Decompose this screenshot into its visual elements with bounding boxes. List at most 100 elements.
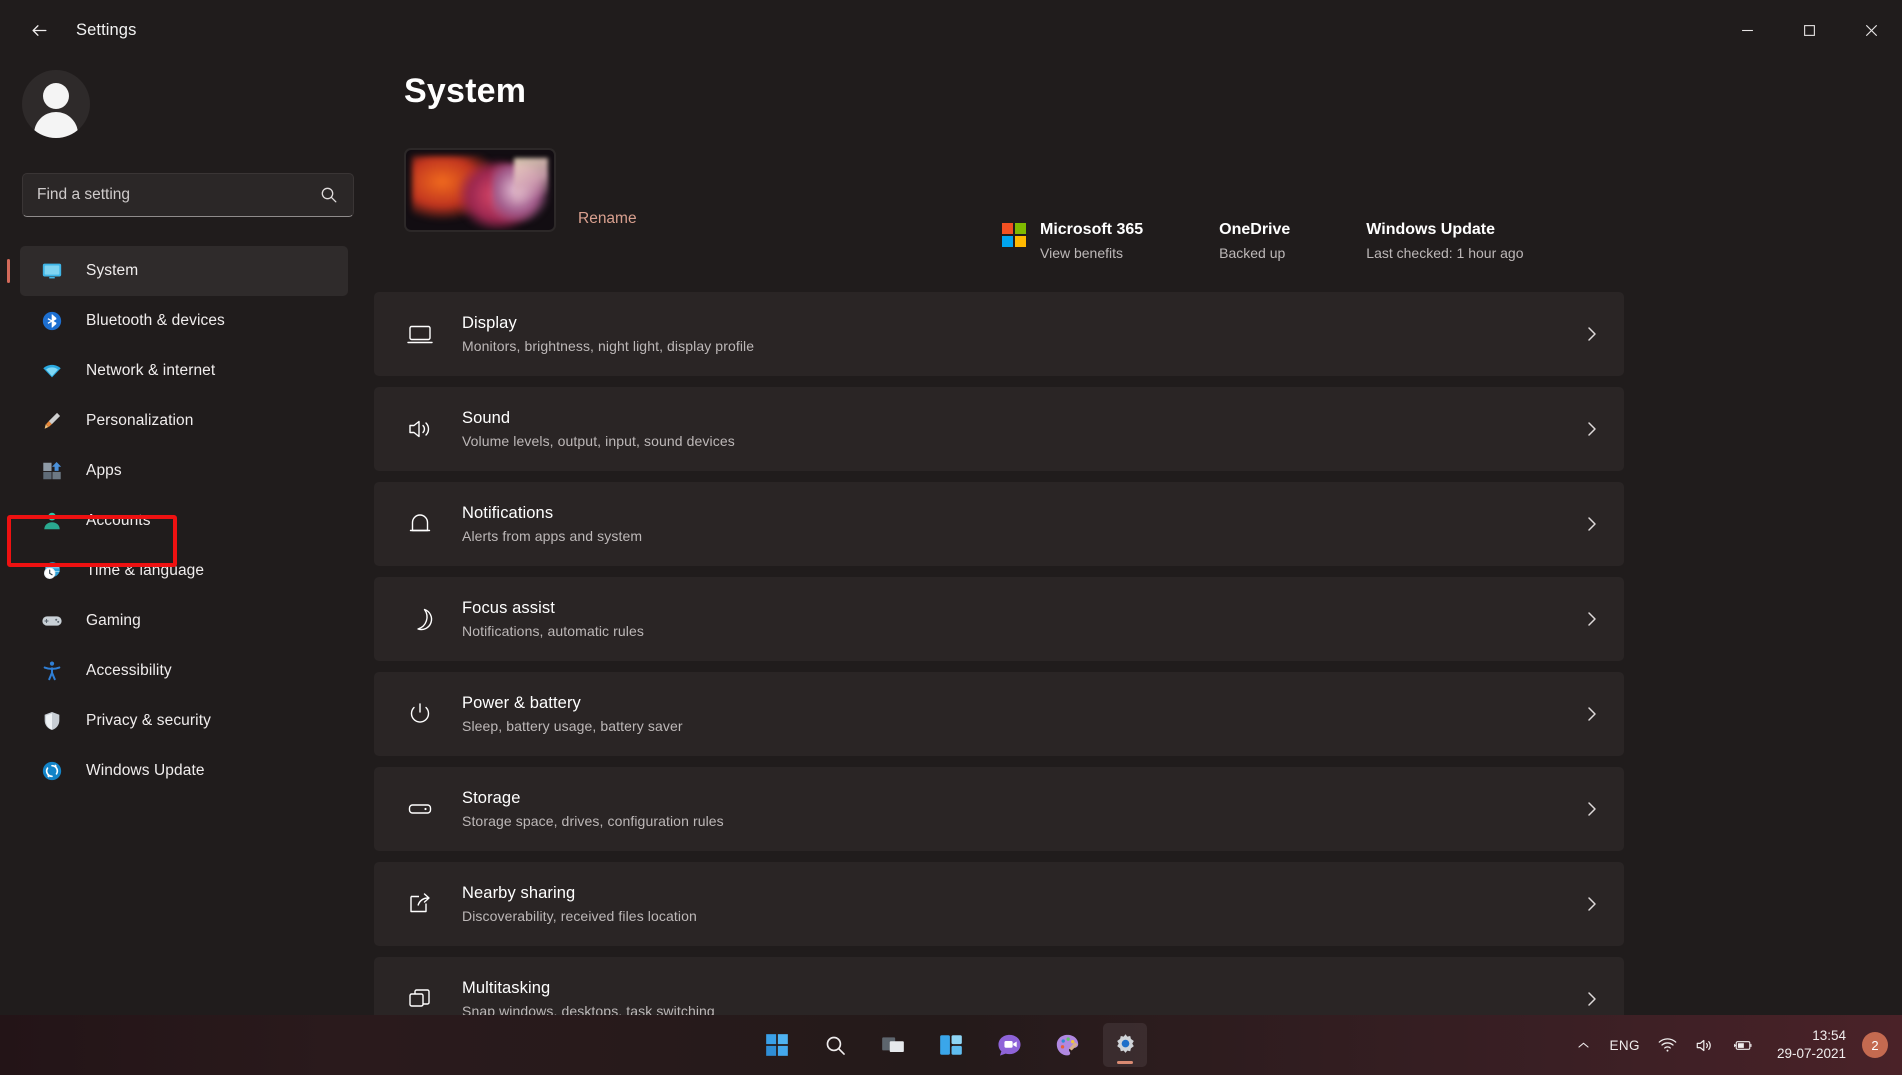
sidebar-item-gaming[interactable]: Gaming: [20, 596, 348, 646]
sidebar-item-label: Accessibility: [86, 662, 172, 680]
cloud-status-title: OneDrive: [1219, 220, 1290, 241]
rename-link[interactable]: Rename: [578, 210, 637, 228]
settings-row-subtitle: Volume levels, output, input, sound devi…: [462, 433, 1582, 449]
settings-window: Settings: [0, 0, 1902, 1075]
avatar[interactable]: [22, 70, 90, 138]
windows-stack-icon: [402, 981, 438, 1017]
moon-icon: [402, 601, 438, 637]
chevron-right-icon: [1582, 609, 1602, 629]
sidebar-item-label: Privacy & security: [86, 712, 211, 730]
notification-badge[interactable]: 2: [1862, 1032, 1888, 1058]
sidebar-item-privacy-security[interactable]: Privacy & security: [20, 696, 348, 746]
settings-icon[interactable]: [1103, 1023, 1147, 1067]
close-button[interactable]: [1840, 0, 1902, 60]
settings-row-subtitle: Discoverability, received files location: [462, 908, 1582, 924]
start-icon[interactable]: [755, 1023, 799, 1067]
chevron-right-icon: [1582, 514, 1602, 534]
sidebar-item-label: Apps: [86, 462, 122, 480]
window-controls: [1716, 0, 1902, 60]
clock-time: 13:54: [1777, 1027, 1846, 1045]
settings-row-title: Display: [462, 314, 1582, 333]
bell-icon: [402, 506, 438, 542]
main-content: System Rename Microsoft 365 View benefit…: [372, 60, 1902, 1015]
settings-row-subtitle: Sleep, battery usage, battery saver: [462, 718, 1582, 734]
cloud-status-title: Microsoft 365: [1040, 220, 1143, 241]
drive-icon: [402, 791, 438, 827]
settings-row-subtitle: Alerts from apps and system: [462, 528, 1582, 544]
device-thumbnail: [404, 148, 556, 232]
settings-row-title: Multitasking: [462, 979, 1582, 998]
settings-row-storage[interactable]: Storage Storage space, drives, configura…: [374, 767, 1624, 851]
cloud-status-subtitle: View benefits: [1040, 245, 1143, 261]
settings-row-title: Nearby sharing: [462, 884, 1582, 903]
sidebar: System Bluetooth & devices Network & int…: [0, 60, 372, 1015]
clock-date-value: 29-07-2021: [1777, 1045, 1846, 1063]
language-indicator[interactable]: ENG: [1600, 1023, 1648, 1067]
taskbar-icons: [755, 1015, 1147, 1075]
sidebar-item-accessibility[interactable]: Accessibility: [20, 646, 348, 696]
sidebar-item-system[interactable]: System: [20, 246, 348, 296]
search-input[interactable]: [37, 186, 319, 204]
clock-date[interactable]: 13:54 29-07-2021: [1763, 1027, 1858, 1063]
settings-row-power-battery[interactable]: Power & battery Sleep, battery usage, ba…: [374, 672, 1624, 756]
update-icon: [40, 759, 64, 783]
taskbar: ENG: [0, 1015, 1902, 1075]
settings-row-notifications[interactable]: Notifications Alerts from apps and syste…: [374, 482, 1624, 566]
volume-icon[interactable]: [1686, 1023, 1723, 1067]
battery-charging-icon[interactable]: [1723, 1023, 1763, 1067]
sidebar-item-accounts[interactable]: Accounts: [20, 496, 348, 546]
show-hidden-icons-button[interactable]: [1567, 1023, 1600, 1067]
maximize-button[interactable]: [1778, 0, 1840, 60]
chevron-right-icon: [1582, 704, 1602, 724]
cloud-status-windows-update[interactable]: Windows Update Last checked: 1 hour ago: [1366, 220, 1523, 261]
settings-row-sound[interactable]: Sound Volume levels, output, input, soun…: [374, 387, 1624, 471]
sidebar-item-label: Network & internet: [86, 362, 215, 380]
settings-row-title: Focus assist: [462, 599, 1582, 618]
chevron-right-icon: [1582, 989, 1602, 1009]
sidebar-item-time-language[interactable]: Time & language: [20, 546, 348, 596]
sidebar-item-bluetooth-devices[interactable]: Bluetooth & devices: [20, 296, 348, 346]
search-icon[interactable]: [813, 1023, 857, 1067]
active-indicator: [7, 259, 10, 283]
sidebar-item-personalization[interactable]: Personalization: [20, 396, 348, 446]
back-button[interactable]: [16, 10, 62, 50]
page-title: System: [404, 72, 526, 111]
system-tray: ENG: [1567, 1015, 1902, 1075]
taskview-icon[interactable]: [871, 1023, 915, 1067]
settings-list: Display Monitors, brightness, night ligh…: [372, 292, 1654, 1052]
cloud-status-title: Windows Update: [1366, 220, 1523, 241]
paintbrush-icon: [40, 409, 64, 433]
sidebar-item-label: Personalization: [86, 412, 193, 430]
settings-row-nearby-sharing[interactable]: Nearby sharing Discoverability, received…: [374, 862, 1624, 946]
sidebar-item-apps[interactable]: Apps: [20, 446, 348, 496]
cloud-status-microsoft-365[interactable]: Microsoft 365 View benefits: [1002, 220, 1143, 261]
settings-row-title: Notifications: [462, 504, 1582, 523]
cloud-status-onedrive[interactable]: OneDrive Backed up: [1219, 220, 1290, 261]
settings-row-subtitle: Notifications, automatic rules: [462, 623, 1582, 639]
paint-icon[interactable]: [1045, 1023, 1089, 1067]
title-bar: Settings: [0, 0, 1902, 60]
sidebar-item-label: Gaming: [86, 612, 141, 630]
avatar-body: [34, 112, 78, 138]
search-box[interactable]: [22, 173, 354, 217]
wifi-icon[interactable]: [1649, 1023, 1686, 1067]
settings-row-focus-assist[interactable]: Focus assist Notifications, automatic ru…: [374, 577, 1624, 661]
device-card: Rename: [404, 148, 637, 232]
settings-row-title: Power & battery: [462, 694, 1582, 713]
sidebar-item-label: Windows Update: [86, 762, 205, 780]
accessibility-icon: [40, 659, 64, 683]
settings-row-title: Sound: [462, 409, 1582, 428]
gamepad-icon: [40, 609, 64, 633]
chevron-right-icon: [1582, 799, 1602, 819]
settings-row-display[interactable]: Display Monitors, brightness, night ligh…: [374, 292, 1624, 376]
active-app-underline: [1117, 1061, 1133, 1064]
chat-icon[interactable]: [987, 1023, 1031, 1067]
sidebar-item-network-internet[interactable]: Network & internet: [20, 346, 348, 396]
minimize-button[interactable]: [1716, 0, 1778, 60]
chevron-right-icon: [1582, 894, 1602, 914]
widgets-icon[interactable]: [929, 1023, 973, 1067]
display-icon: [402, 316, 438, 352]
sidebar-item-windows-update[interactable]: Windows Update: [20, 746, 348, 796]
settings-row-subtitle: Storage space, drives, configuration rul…: [462, 813, 1582, 829]
monitor-icon: [40, 259, 64, 283]
